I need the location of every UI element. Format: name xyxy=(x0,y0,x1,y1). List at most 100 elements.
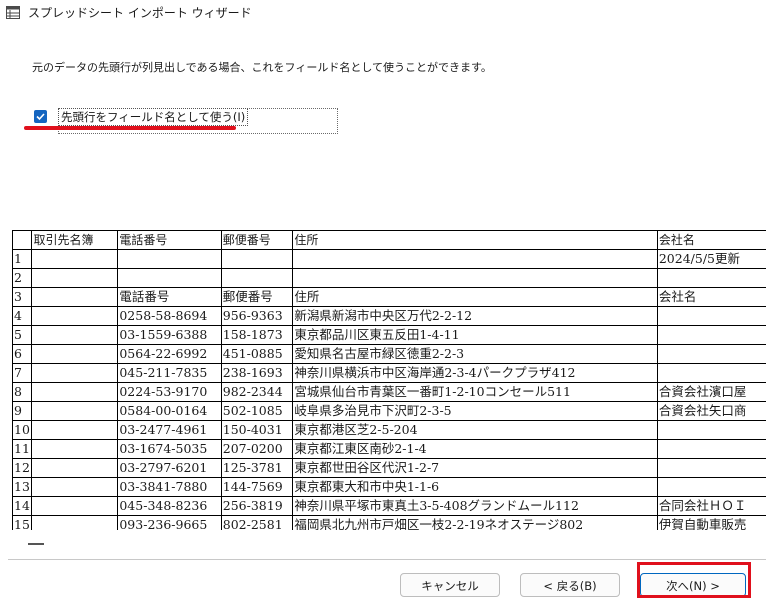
table-cell: 東京都港区芝2-5-204 xyxy=(292,420,658,440)
column-header[interactable]: 取引先名簿 xyxy=(31,231,119,250)
table-cell: 982-2344 xyxy=(221,382,294,402)
table-cell: 0584-00-0164 xyxy=(117,401,222,421)
table-row: 12 03-2797-6201 125-3781 東京都世田谷区代沢1-2-7 xyxy=(13,458,766,478)
table-row: 14 045-348-8236 256-3819 神奈川県平塚市東真土3-5-408グ… xyxy=(13,496,766,516)
table-cell: 0224-53-9170 xyxy=(117,382,222,402)
table-cell xyxy=(31,477,119,497)
table-cell: 新潟県新潟市中央区万代2-2-12 xyxy=(292,306,658,326)
cancel-button[interactable]: キャンセル xyxy=(400,573,500,597)
table-cell xyxy=(31,249,119,269)
table-cell: 福岡県北九州市戸畑区一枝2-2-19ネオステージ802 xyxy=(292,515,658,530)
table-cell: 03-1559-6388 xyxy=(117,325,222,345)
table-cell: 東京都世田谷区代沢1-2-7 xyxy=(292,458,658,478)
row-number: 8 xyxy=(13,382,33,402)
table-cell xyxy=(31,363,119,383)
table-cell: 125-3781 xyxy=(221,458,294,478)
column-header[interactable]: 電話番号 xyxy=(117,231,222,250)
row-number: 15 xyxy=(13,515,33,530)
table-cell: 502-1085 xyxy=(221,401,294,421)
table-cell: 伊賀自動車販売 xyxy=(657,515,766,530)
table-cell xyxy=(31,496,119,516)
table-cell xyxy=(657,325,766,345)
table-cell: 093-236-9665 xyxy=(117,515,222,530)
table-cell: 合資会社濱口屋 xyxy=(657,382,766,402)
footer-separator xyxy=(8,559,766,560)
table-row: 9 0584-00-0164 502-1085 岐阜県多治見市下沢町2-3-5 合資会社… xyxy=(13,401,766,421)
table-row: 10 03-2477-4961 150-4031 東京都港区芝2-5-204 xyxy=(13,420,766,440)
table-cell xyxy=(31,306,119,326)
table-cell xyxy=(657,439,766,459)
column-header[interactable] xyxy=(13,231,33,250)
table-cell xyxy=(31,344,119,364)
table-cell: 03-2477-4961 xyxy=(117,420,222,440)
table-cell: 東京都品川区東五反田1-4-11 xyxy=(292,325,658,345)
table-row: 11 03-1674-5035 207-0200 東京都江東区南砂2-1-4 xyxy=(13,439,766,459)
row-number: 3 xyxy=(13,287,33,307)
table-row: 3 電話番号 郵便番号 住所 会社名 xyxy=(13,287,766,307)
table-cell: 045-348-8236 xyxy=(117,496,222,516)
table-cell xyxy=(292,249,658,269)
table-row: 7 045-211-7835 238-1693 神奈川県横浜市中区海岸通2-3-4パー… xyxy=(13,363,766,383)
table-cell: 岐阜県多治見市下沢町2-3-5 xyxy=(292,401,658,421)
row-number: 7 xyxy=(13,363,33,383)
row-number: 6 xyxy=(13,344,33,364)
table-cell xyxy=(31,420,119,440)
table-cell xyxy=(657,344,766,364)
column-header[interactable]: 住所 xyxy=(292,231,658,250)
data-preview-grid[interactable]: 取引先名簿 電話番号 郵便番号 住所 会社名 1 2024/5/5更新 2 3 電話番号 郵便番号住… xyxy=(12,230,766,530)
table-cell xyxy=(117,249,222,269)
table-cell: 0258-58-8694 xyxy=(117,306,222,326)
window-title: スプレッドシート インポート ウィザード xyxy=(28,6,252,20)
table-cell: 郵便番号 xyxy=(221,287,294,307)
table-cell: 956-9363 xyxy=(221,306,294,326)
table-cell xyxy=(31,382,119,402)
table-cell xyxy=(657,363,766,383)
table-cell: 045-211-7835 xyxy=(117,363,222,383)
table-cell xyxy=(31,401,119,421)
table-cell xyxy=(31,439,119,459)
column-header[interactable]: 郵便番号 xyxy=(221,231,294,250)
table-cell xyxy=(31,325,119,345)
table-cell xyxy=(657,458,766,478)
table-cell xyxy=(657,420,766,440)
table-cell xyxy=(657,268,766,288)
row-number: 2 xyxy=(13,268,33,288)
table-cell: 神奈川県平塚市東真土3-5-408グランドムール112 xyxy=(292,496,658,516)
table-cell: 207-0200 xyxy=(221,439,294,459)
table-cell: 東京都東大和市中央1-1-6 xyxy=(292,477,658,497)
table-cell: 451-0885 xyxy=(221,344,294,364)
table-row: 15 093-236-9665 802-2581 福岡県北九州市戸畑区一枝2-2-19… xyxy=(13,515,766,530)
table-cell xyxy=(657,477,766,497)
back-button[interactable]: < 戻る(B) xyxy=(520,573,620,597)
table-cell xyxy=(31,287,119,307)
table-cell: 03-1674-5035 xyxy=(117,439,222,459)
red-highlight-frame xyxy=(637,562,751,598)
row-number: 12 xyxy=(13,458,33,478)
table-cell: 愛知県名古屋市緑区徳重2-2-3 xyxy=(292,344,658,364)
table-cell: 宮城県仙台市青葉区一番町1-2-10コンセール511 xyxy=(292,382,658,402)
table-row: 5 03-1559-6388 158-1873 東京都品川区東五反田1-4-11 xyxy=(13,325,766,345)
table-cell: 2024/5/5更新 xyxy=(657,249,766,269)
row-number: 1 xyxy=(13,249,33,269)
table-cell: 会社名 xyxy=(657,287,766,307)
table-cell: 住所 xyxy=(292,287,658,307)
table-cell: 150-4031 xyxy=(221,420,294,440)
table-cell: 802-2581 xyxy=(221,515,294,530)
column-header[interactable]: 会社名 xyxy=(657,231,766,250)
row-number: 14 xyxy=(13,496,33,516)
table-cell: 256-3819 xyxy=(221,496,294,516)
table-cell: 神奈川県横浜市中区海岸通2-3-4パークプラザ412 xyxy=(292,363,658,383)
table-cell: 電話番号 xyxy=(117,287,222,307)
first-row-headers-checkbox[interactable] xyxy=(34,110,47,123)
row-number: 4 xyxy=(13,306,33,326)
table-cell xyxy=(221,249,294,269)
table-cell xyxy=(292,268,658,288)
table-cell: 03-2797-6201 xyxy=(117,458,222,478)
first-row-headers-checkbox-group[interactable]: 先頭行をフィールド名として使う(I) xyxy=(30,107,340,135)
row-number: 13 xyxy=(13,477,33,497)
table-cell: 東京都江東区南砂2-1-4 xyxy=(292,439,658,459)
table-cell: 合資会社矢口商 xyxy=(657,401,766,421)
table-cell xyxy=(31,515,119,530)
first-row-headers-label[interactable]: 先頭行をフィールド名として使う(I) xyxy=(58,108,249,126)
table-cell: 238-1693 xyxy=(221,363,294,383)
